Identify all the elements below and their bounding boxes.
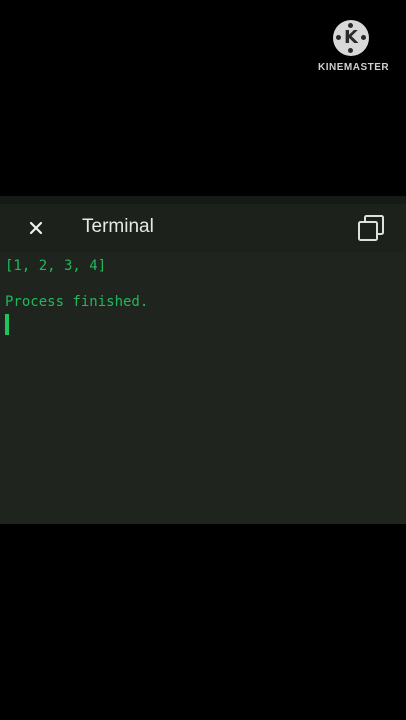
watermark-text: KINEMASTER	[318, 62, 390, 73]
terminal-top-strip	[0, 196, 406, 204]
output-line: [1, 2, 3, 4]	[5, 258, 107, 274]
copy-button[interactable]	[356, 213, 386, 243]
copy-icon	[358, 215, 384, 241]
terminal-header: Terminal	[0, 204, 406, 252]
text-cursor	[5, 314, 9, 335]
output-line: Process finished.	[5, 294, 149, 310]
close-button[interactable]	[22, 214, 50, 242]
kinemaster-logo-icon: K	[333, 20, 369, 56]
terminal-panel: Terminal [1, 2, 3, 4] Process finished.	[0, 196, 406, 524]
close-icon	[30, 222, 42, 234]
terminal-title: Terminal	[82, 216, 154, 237]
kinemaster-watermark: K KINEMASTER	[318, 20, 390, 73]
